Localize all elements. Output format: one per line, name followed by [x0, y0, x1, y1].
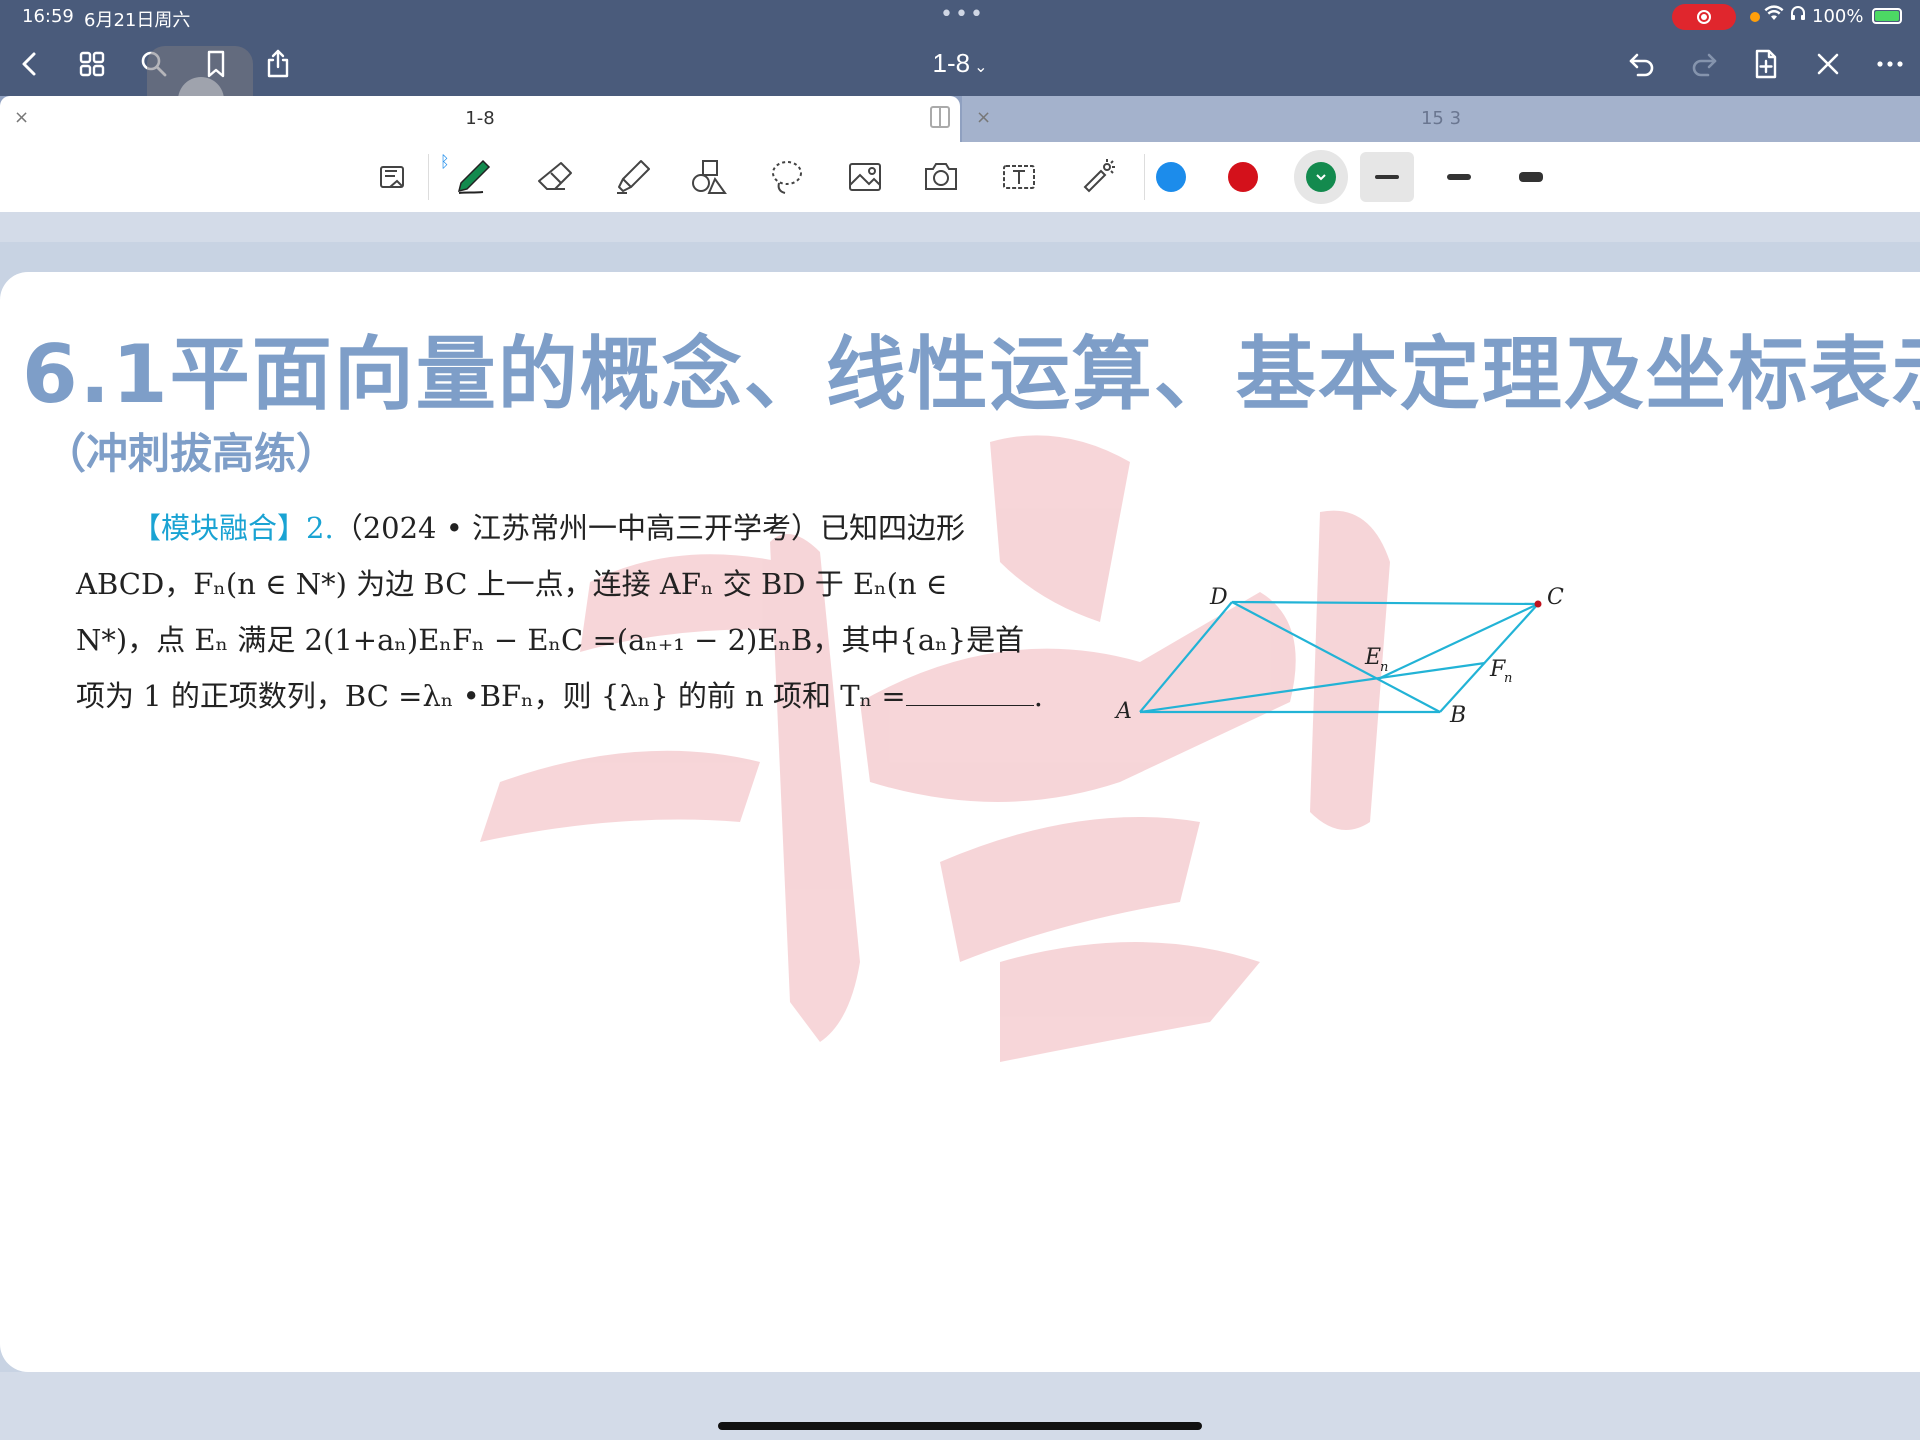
point-c — [1534, 600, 1542, 608]
tab-15-3[interactable]: × 15 3 — [962, 96, 1920, 142]
canvas-background — [0, 212, 1920, 242]
label-c: C — [1547, 585, 1564, 610]
label-e-sub: n — [1380, 660, 1388, 675]
add-page-icon[interactable] — [1744, 42, 1788, 86]
redo-icon[interactable] — [1682, 42, 1726, 86]
battery-percent: 100% — [1812, 6, 1864, 27]
text-box-icon[interactable] — [994, 152, 1044, 202]
shapes-icon[interactable] — [684, 152, 734, 202]
label-a: A — [1114, 699, 1132, 724]
problem-line-1: 【模块融合】2.（2024 • 江苏常州一中高三开学考）已知四边形 — [76, 500, 1086, 556]
close-icon[interactable] — [1806, 42, 1850, 86]
tab-label: 1-8 — [465, 108, 495, 129]
lasso-icon[interactable] — [762, 152, 812, 202]
wifi-icon — [1764, 4, 1784, 27]
status-bar: 16:59 6月21日周六 ••• 100% — [0, 0, 1920, 32]
tab-1-8[interactable]: × 1-8 — [0, 96, 960, 142]
chevron-down-icon: ⌄ — [974, 59, 988, 76]
color-swatch-green[interactable] — [1306, 162, 1336, 192]
page-subtitle: （冲刺拔高练） — [44, 429, 339, 478]
share-icon[interactable] — [256, 42, 300, 86]
answer-blank[interactable] — [905, 677, 1034, 706]
color-swatch-blue[interactable] — [1156, 162, 1186, 192]
label-d: D — [1209, 585, 1228, 610]
home-indicator[interactable] — [718, 1422, 1202, 1430]
drawing-toolbar: ᛒ — [0, 142, 1920, 213]
mic-indicator-icon — [1750, 12, 1760, 22]
laser-pointer-icon[interactable] — [1072, 152, 1122, 202]
page-view-icon[interactable] — [368, 152, 418, 202]
problem-line-4: 项为 1 的正项数列，BC =λₙ •BFₙ，则 {λₙ} 的前 n 项和 Tₙ… — [76, 668, 1086, 724]
back-icon[interactable] — [8, 42, 52, 86]
problem-line-1-text: 已知四边形 — [820, 511, 966, 545]
color-swatch-red[interactable] — [1228, 162, 1258, 192]
tab-bar: × 1-8 × 15 3 — [0, 96, 1920, 142]
chevron-down-icon — [1316, 174, 1326, 181]
split-view-icon[interactable] — [930, 106, 950, 128]
problem-tag: 【模块融合】 — [132, 511, 307, 545]
problem-end: . — [1033, 679, 1043, 713]
edge-dc — [1231, 600, 1539, 606]
problem-line-4-text: 项为 1 的正项数列，BC =λₙ •BFₙ，则 {λₙ} 的前 n 项和 Tₙ… — [76, 679, 906, 713]
document-title-menu[interactable]: 1-8 ⌄ — [900, 48, 1020, 79]
bluetooth-icon: ᛒ — [440, 152, 450, 171]
problem-text: 【模块融合】2.（2024 • 江苏常州一中高三开学考）已知四边形 ABCD，F… — [76, 500, 1086, 724]
segment-afn — [1139, 661, 1486, 714]
edge-ad — [1139, 601, 1233, 713]
nav-bar: 1-8 ⌄ — [0, 32, 1920, 152]
nav-title-text: 1-8 — [932, 48, 971, 78]
problem-number: 2. — [306, 511, 334, 545]
document-page[interactable]: 冲刺 6.1平面向量的概念、线性运算、基本定理及坐标表示 （冲刺拔高练） 【模块… — [0, 272, 1920, 1372]
label-f-sub: n — [1504, 671, 1512, 686]
camera-icon[interactable] — [916, 152, 966, 202]
undo-icon[interactable] — [1620, 42, 1664, 86]
image-icon[interactable] — [840, 152, 890, 202]
label-b: B — [1449, 703, 1466, 728]
tab-label: 15 3 — [1420, 108, 1462, 129]
status-date: 6月21日周六 — [84, 10, 191, 31]
more-icon[interactable] — [1868, 42, 1912, 86]
screen-record-icon[interactable] — [1672, 4, 1736, 30]
problem-line-2: ABCD，Fₙ(n ∈ N*) 为边 BC 上一点，连接 AFₙ 交 BD 于 … — [76, 567, 948, 601]
edge-cb — [1439, 603, 1539, 713]
bookmark-icon[interactable] — [194, 42, 238, 86]
highlighter-icon[interactable] — [608, 152, 658, 202]
grid-icon[interactable] — [70, 42, 114, 86]
multitasking-dots[interactable]: ••• — [940, 2, 985, 27]
problem-source: （2024 • 江苏常州一中高三开学考） — [333, 511, 821, 545]
stroke-thin-button[interactable] — [1360, 152, 1414, 202]
page-title: 6.1平面向量的概念、线性运算、基本定理及坐标表示 — [22, 328, 1920, 421]
battery-charging-icon — [1872, 8, 1902, 24]
label-e: E — [1364, 645, 1381, 670]
pen-icon[interactable] — [448, 152, 498, 202]
stroke-medium-button[interactable] — [1432, 152, 1486, 202]
problem-line-3: N*)，点 Eₙ 满足 2(1+aₙ)EₙFₙ − EₙC =(aₙ₊₁ − 2… — [76, 623, 1025, 657]
stroke-thick-button[interactable] — [1504, 152, 1558, 202]
status-time: 16:59 — [22, 6, 74, 27]
eraser-icon[interactable] — [530, 152, 580, 202]
headphones-icon — [1790, 5, 1806, 25]
parallelogram-figure: A B C D E n F n — [1114, 585, 1564, 728]
